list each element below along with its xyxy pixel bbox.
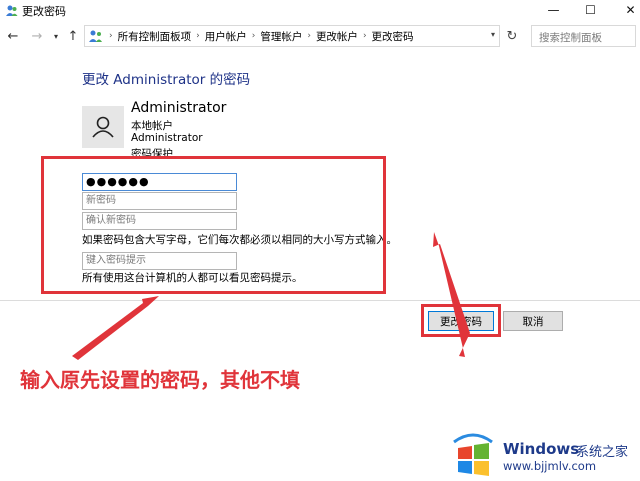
annotation-text: 输入原先设置的密码，其他不填 — [20, 368, 300, 392]
watermark-url: www.bjjmlv.com — [503, 459, 597, 473]
watermark-brand: Windows — [503, 440, 580, 458]
arrow-to-fields — [72, 296, 159, 360]
annotation-arrows — [72, 232, 470, 360]
arrow-to-button — [433, 232, 470, 357]
windows-logo-icon — [453, 433, 493, 476]
watermark-subtitle: 系统之家 — [576, 445, 629, 460]
